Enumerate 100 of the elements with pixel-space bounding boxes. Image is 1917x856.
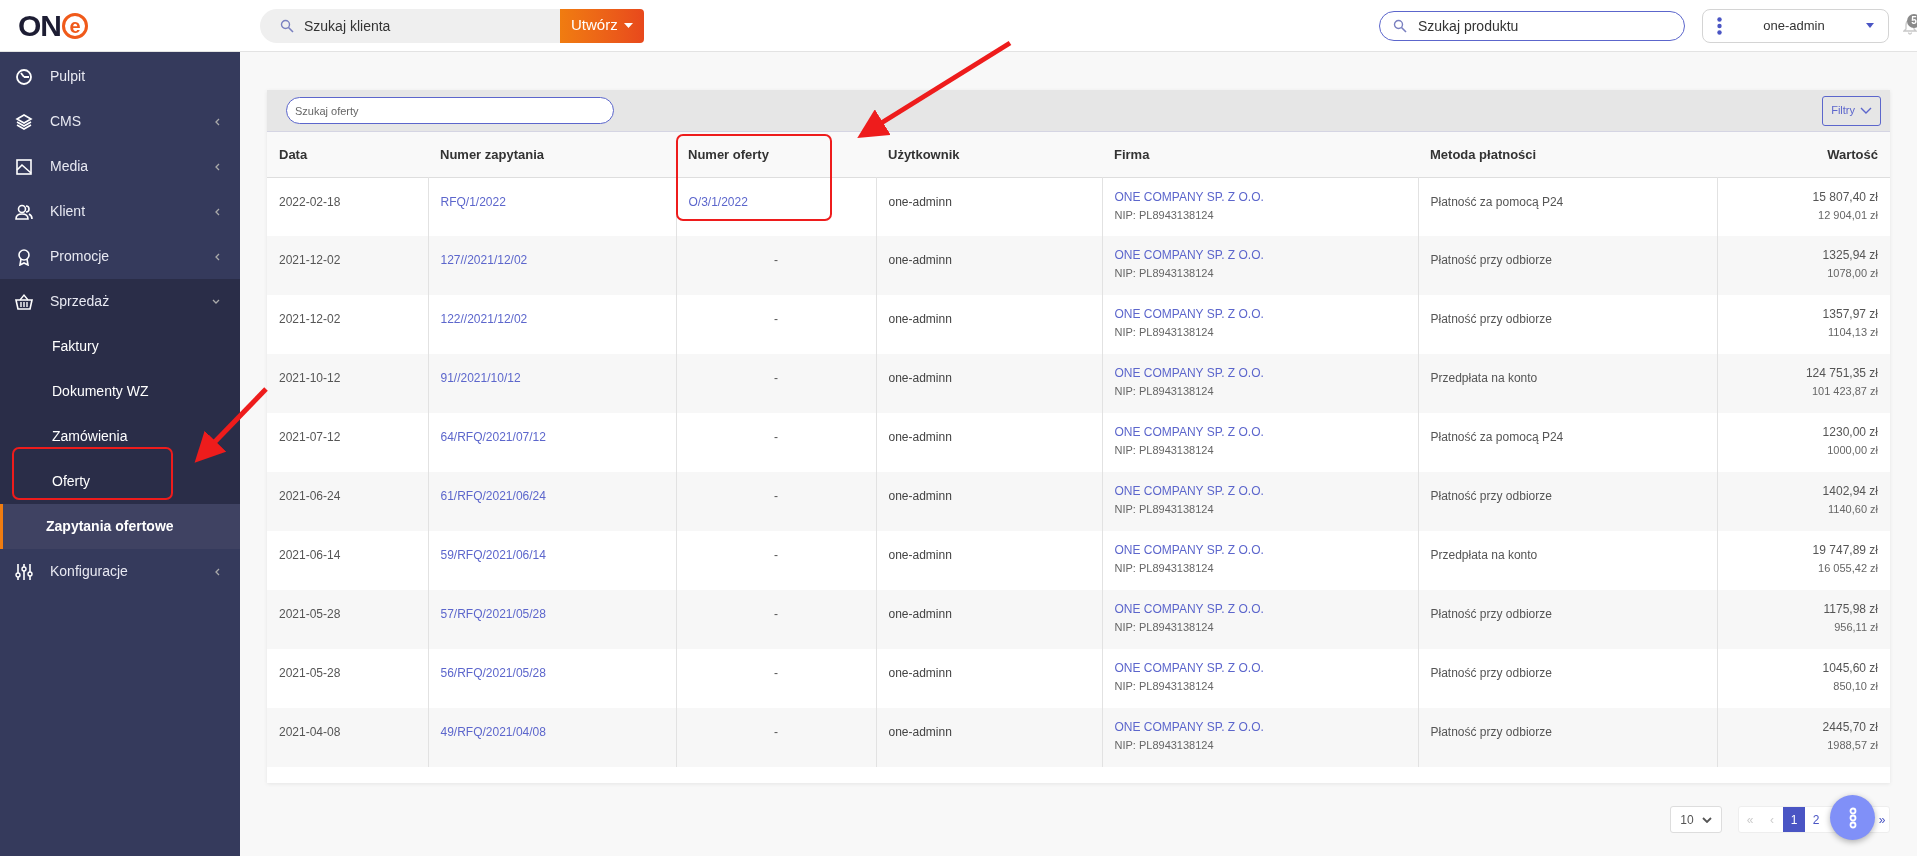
bell-icon[interactable] <box>1903 18 1917 35</box>
nip-text: NIP: PL8943138124 <box>1114 561 1215 576</box>
nip-text: NIP: PL8943138124 <box>1114 384 1215 399</box>
sliders-icon <box>15 562 33 581</box>
more-actions-button[interactable] <box>1830 795 1875 840</box>
company-link[interactable]: ONE COMPANY SP. Z O.O. <box>1114 483 1406 499</box>
date-text: 2021-07-12 <box>279 430 341 444</box>
page-button[interactable]: 2 <box>1805 807 1827 832</box>
empty-value: - <box>774 548 778 562</box>
product-search-field[interactable]: Szukaj produktu <box>1379 10 1685 41</box>
request-link[interactable]: 56/RFQ/2021/05/28 <box>440 666 546 680</box>
user-text: one-adminn <box>888 489 952 503</box>
date-text: 2022-02-18 <box>279 194 341 209</box>
company-link[interactable]: ONE COMPANY SP. Z O.O. <box>1114 188 1406 205</box>
award-icon <box>15 247 33 266</box>
sidebar-subitem[interactable]: Faktury <box>0 324 240 369</box>
logo-mark: e <box>62 12 88 39</box>
request-link[interactable]: 61/RFQ/2021/06/24 <box>440 489 546 503</box>
company-link[interactable]: ONE COMPANY SP. Z O.O. <box>1114 365 1406 381</box>
nip-text: NIP: PL8943138124 <box>1114 502 1215 517</box>
offer-search-field[interactable]: Szukaj oferty <box>286 97 614 124</box>
payment-method-text: Płatność przy odbiorze <box>1430 312 1552 326</box>
page-button[interactable]: 1 <box>1783 807 1805 832</box>
user-menu-dropdown[interactable]: one-admin <box>1702 8 1889 43</box>
user-text: one-adminn <box>888 666 952 680</box>
chevron-down-icon <box>212 299 220 304</box>
column-header: Metoda płatności <box>1418 132 1717 177</box>
request-link[interactable]: RFQ/1/2022 <box>440 194 506 209</box>
sidebar-item[interactable]: Pulpit <box>0 54 240 99</box>
request-link[interactable]: 127//2021/12/02 <box>440 253 528 267</box>
payment-method-text: Płatność za pomocą P24 <box>1430 194 1564 209</box>
sidebar-subitem[interactable]: Zapytania ofertowe <box>0 504 240 549</box>
user-text: one-adminn <box>888 607 952 621</box>
request-link[interactable]: 64/RFQ/2021/07/12 <box>440 430 546 444</box>
payment-method-text: Przedpłata na konto <box>1430 371 1538 385</box>
filter-button[interactable]: Filtry <box>1822 95 1881 126</box>
sidebar-subitem[interactable]: Dokumenty WZ <box>0 369 240 414</box>
sidebar-item[interactable]: Klient <box>0 189 240 234</box>
payment-method-text: Płatność za pomocą P24 <box>1430 430 1564 444</box>
date-text: 2021-06-14 <box>279 548 341 562</box>
request-link[interactable]: 122//2021/12/02 <box>440 312 528 326</box>
empty-value: - <box>774 489 778 503</box>
sidebar-subitem[interactable]: Zamówienia <box>0 414 240 459</box>
sidebar-item[interactable]: Promocje <box>0 234 240 279</box>
net-value: 101 423,87 zł <box>1810 384 1878 399</box>
gross-value: 2445,70 zł <box>1821 719 1878 735</box>
company-link[interactable]: ONE COMPANY SP. Z O.O. <box>1114 306 1406 322</box>
empty-value: - <box>774 253 778 267</box>
date-text: 2021-12-02 <box>279 312 341 326</box>
user-text: one-adminn <box>888 312 952 326</box>
request-link[interactable]: 91//2021/10/12 <box>440 371 521 385</box>
request-link[interactable]: 49/RFQ/2021/04/08 <box>440 725 546 739</box>
sidebar-item[interactable]: Konfiguracje <box>0 549 240 594</box>
offer-link[interactable]: O/3/1/2022 <box>688 194 748 209</box>
gross-value: 19 747,89 zł <box>1811 542 1878 558</box>
logo-text: ON <box>18 10 61 41</box>
search-icon <box>1393 18 1407 33</box>
date-text: 2021-06-24 <box>279 489 341 503</box>
client-search-field[interactable]: Szukaj klienta <box>260 8 560 43</box>
basket-icon <box>15 292 33 311</box>
more-icon <box>1848 806 1857 829</box>
sidebar-item[interactable]: Media <box>0 144 240 189</box>
sidebar-subitem[interactable]: Oferty <box>0 459 240 504</box>
gross-value: 124 751,35 zł <box>1804 365 1878 381</box>
gross-value: 1175,98 zł <box>1822 601 1878 617</box>
chevron-left-icon <box>215 252 220 261</box>
company-link[interactable]: ONE COMPANY SP. Z O.O. <box>1114 542 1406 558</box>
caret-icon <box>623 23 633 28</box>
request-link[interactable]: 57/RFQ/2021/05/28 <box>440 607 546 621</box>
chevron-left-icon <box>215 162 220 171</box>
empty-value: - <box>774 666 778 680</box>
chevron-left-icon <box>215 207 220 216</box>
empty-value: - <box>774 725 778 739</box>
company-link[interactable]: ONE COMPANY SP. Z O.O. <box>1114 660 1406 676</box>
column-header: Numer zapytania <box>428 132 676 177</box>
net-value: 850,10 zł <box>1832 679 1878 694</box>
company-link[interactable]: ONE COMPANY SP. Z O.O. <box>1114 424 1406 440</box>
nip-text: NIP: PL8943138124 <box>1114 443 1215 458</box>
net-value: 12 904,01 zł <box>1817 207 1878 223</box>
company-link[interactable]: ONE COMPANY SP. Z O.O. <box>1114 247 1406 263</box>
payment-method-text: Płatność przy odbiorze <box>1430 666 1552 680</box>
page-size-select[interactable]: 10 <box>1670 806 1722 833</box>
company-link[interactable]: ONE COMPANY SP. Z O.O. <box>1114 601 1406 617</box>
net-value: 16 055,42 zł <box>1817 561 1878 576</box>
gross-value: 1230,00 zł <box>1821 424 1878 440</box>
empty-value: - <box>774 371 778 385</box>
nip-text: NIP: PL8943138124 <box>1114 620 1215 635</box>
page-button[interactable]: » <box>1875 807 1889 832</box>
company-link[interactable]: ONE COMPANY SP. Z O.O. <box>1114 719 1406 735</box>
date-text: 2021-05-28 <box>279 607 341 621</box>
column-header: Firma <box>1102 132 1418 177</box>
create-button[interactable]: Utwórz <box>560 8 644 43</box>
request-link[interactable]: 59/RFQ/2021/06/14 <box>440 548 546 562</box>
image-icon <box>15 157 33 176</box>
chevron-left-icon <box>215 117 220 126</box>
nip-text: NIP: PL8943138124 <box>1114 207 1215 223</box>
net-value: 1988,57 zł <box>1826 738 1878 753</box>
user-text: one-adminn <box>888 725 952 739</box>
sidebar-item[interactable]: CMS <box>0 99 240 144</box>
gross-value: 1402,94 zł <box>1821 483 1878 499</box>
